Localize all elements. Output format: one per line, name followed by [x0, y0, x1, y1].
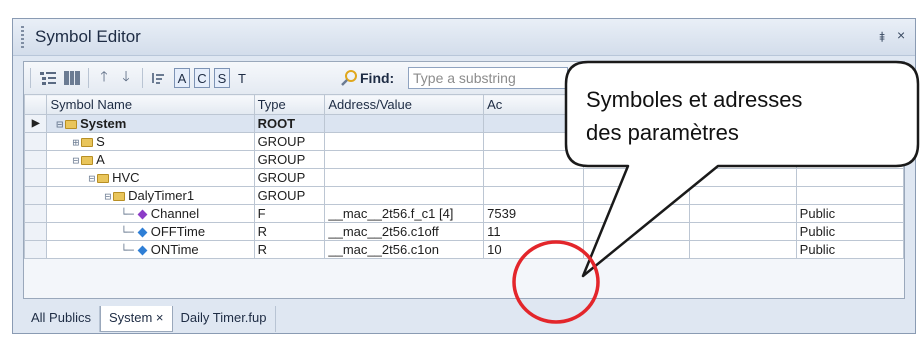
callout-line-1: Symboles et adresses [586, 87, 803, 112]
callout-line-2: des paramètres [586, 120, 739, 145]
highlight-circle [512, 240, 600, 324]
callout-overlay [512, 60, 920, 324]
callout-text: Symboles et adresses des paramètres [586, 83, 916, 149]
